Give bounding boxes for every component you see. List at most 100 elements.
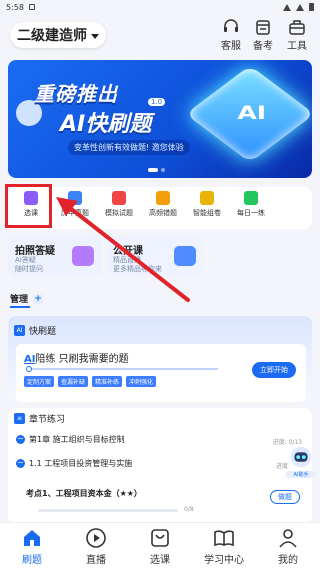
quick-item-label: 智能组卷 [193, 209, 221, 217]
card-sub: 精品直播 更多精品等你来 [113, 256, 162, 274]
step-list: 定制方案 查漏补缺 精准补练 冲刺强化 [24, 376, 157, 387]
tab-label: 直播 [86, 555, 106, 566]
card-line: 精品直播 [113, 256, 141, 264]
banner-title-1: 重磅推出 [34, 82, 118, 106]
camera-icon [72, 246, 94, 266]
start-button[interactable]: 立即开始 [252, 362, 296, 378]
tab-mine[interactable]: 我的 [256, 523, 320, 568]
topic-title: 考点1、工程项目资本金（★★） [26, 489, 142, 498]
card-title: 公开课 [113, 246, 143, 257]
tab-live[interactable]: 直播 [64, 523, 128, 568]
tab-study-center[interactable]: 学习中心 [192, 523, 256, 568]
paper-icon [112, 191, 126, 205]
open-class-card[interactable]: 公开课 精品直播 更多精品等你来 [106, 236, 202, 276]
calendar-check-icon [244, 191, 258, 205]
signal-icon [296, 3, 304, 11]
do-questions-button[interactable]: 做题 [270, 490, 300, 504]
service-button[interactable]: 客服 [216, 18, 246, 54]
card-line: 随时提问 [15, 265, 43, 273]
notification-icon [28, 4, 35, 10]
ai-assistant-button[interactable]: AI助手 [286, 444, 316, 478]
carousel-dot [161, 168, 165, 172]
quick-item-mock[interactable]: 模拟试题 [100, 191, 138, 218]
topic-progress: 0/8 [184, 506, 194, 513]
step-label: 查漏补缺 [58, 376, 89, 387]
tools-button[interactable]: 工具 [282, 18, 312, 54]
bottom-tab-bar: 刷题 直播 选课 学习中心 我的 [0, 522, 320, 568]
brush-title: 快刷题 [29, 327, 57, 337]
tab-underline [10, 306, 30, 308]
topic-row[interactable]: 考点1、工程项目资本金（★★） [26, 488, 142, 499]
step-label: 精准补练 [92, 376, 123, 387]
section-row-title: 1.1 工程项目投资管理与实施 [29, 459, 133, 468]
question-text: 陪练 只刷我需要的题 [35, 354, 129, 365]
banner-version: 1.0 [148, 98, 166, 106]
manage-label[interactable]: 管理 [10, 292, 28, 305]
cube-text: AI [237, 102, 267, 125]
chapter-row[interactable]: − 第1章 施工组织与目标控制 [16, 434, 125, 445]
toolbox-icon [289, 20, 305, 35]
collapse-icon[interactable]: − [16, 435, 25, 444]
ai-assistant-label: AI助手 [286, 471, 316, 478]
list-icon: ≡ [14, 413, 25, 424]
card-line: 更多精品等你来 [113, 265, 162, 273]
promo-banner[interactable]: 重磅推出 AI快刷题 1.0 变革性创新有效做题! 邀您体验 AI [8, 60, 312, 178]
prep-label: 备考 [253, 41, 273, 52]
battery-icon [309, 3, 314, 11]
caret-down-icon [91, 33, 99, 39]
step-label: 定制方案 [24, 376, 55, 387]
video-icon [174, 246, 196, 266]
carousel-dot [148, 168, 158, 172]
step-knob [26, 366, 32, 372]
ai-cube-graphic: AI [185, 65, 312, 163]
card-title: 拍照答疑 [15, 246, 55, 257]
exam-label: 二级建造师 [17, 28, 87, 44]
manage-row: 管理 + [10, 292, 44, 305]
quick-item-past-exams[interactable]: 历年真题 [56, 191, 94, 218]
headset-icon [224, 19, 238, 32]
tab-practice[interactable]: 刷题 [0, 523, 64, 568]
top-bar: 二级建造师 客服 备考 工具 [0, 18, 320, 54]
calendar-icon [256, 20, 270, 35]
step-track [26, 366, 218, 372]
quick-brush-card: AI 快刷题 AI陪练 只刷我需要的题 定制方案 查漏补缺 精准补练 冲刺强化 … [8, 316, 312, 402]
user-icon [279, 529, 297, 548]
tab-label: 选课 [150, 555, 170, 566]
tools-label: 工具 [287, 41, 307, 52]
banner-title-2: AI快刷题 [60, 112, 152, 137]
home-icon [24, 530, 40, 546]
tab-course[interactable]: 选课 [128, 523, 192, 568]
add-button[interactable]: + [33, 293, 44, 304]
quick-item-frequent-errors[interactable]: 高频错题 [144, 191, 182, 218]
play-circle-icon [86, 528, 106, 548]
prep-button[interactable]: 备考 [248, 18, 278, 54]
collapse-icon[interactable]: − [16, 459, 25, 468]
service-label: 客服 [221, 41, 241, 52]
chapter-row-title: 第1章 施工组织与目标控制 [29, 435, 125, 444]
robot-icon [290, 446, 312, 468]
chapter-header: ≡ 章节练习 [14, 412, 65, 425]
card-sub: AI答疑 随时提问 [15, 256, 43, 274]
folder-icon [200, 191, 214, 205]
chapter-practice-card: ≡ 章节练习 − 第1章 施工组织与目标控制 进度: 0/13 − 1.1 工程… [8, 408, 312, 524]
tab-label: 学习中心 [204, 555, 244, 566]
quick-item-label: 历年真题 [61, 209, 89, 217]
section-row[interactable]: − 1.1 工程项目投资管理与实施 [16, 458, 132, 469]
photo-qa-card[interactable]: 拍照答疑 AI答疑 随时提问 [8, 236, 102, 276]
bag-icon [151, 529, 169, 547]
banner-subtitle: 变革性创新有效做题! 邀您体验 [68, 140, 190, 155]
quick-item-daily[interactable]: 每日一练 [232, 191, 270, 218]
carousel-dots [148, 168, 165, 172]
chapter-title: 章节练习 [29, 415, 66, 425]
time: 5:58 [6, 2, 24, 12]
quick-item-smart-paper[interactable]: 智能组卷 [188, 191, 226, 218]
book-icon [68, 191, 82, 205]
brush-header: AI 快刷题 [14, 324, 56, 337]
card-line: AI答疑 [15, 256, 36, 264]
ai-badge-icon: AI [14, 325, 25, 336]
quick-menu: 选课 历年真题 模拟试题 高频错题 智能组卷 每日一练 [8, 187, 312, 229]
brush-question: AI陪练 只刷我需要的题 [24, 350, 129, 365]
tab-label: 我的 [278, 555, 298, 566]
status-bar: 5:58 [0, 0, 320, 14]
exam-selector[interactable]: 二级建造师 [10, 22, 106, 48]
